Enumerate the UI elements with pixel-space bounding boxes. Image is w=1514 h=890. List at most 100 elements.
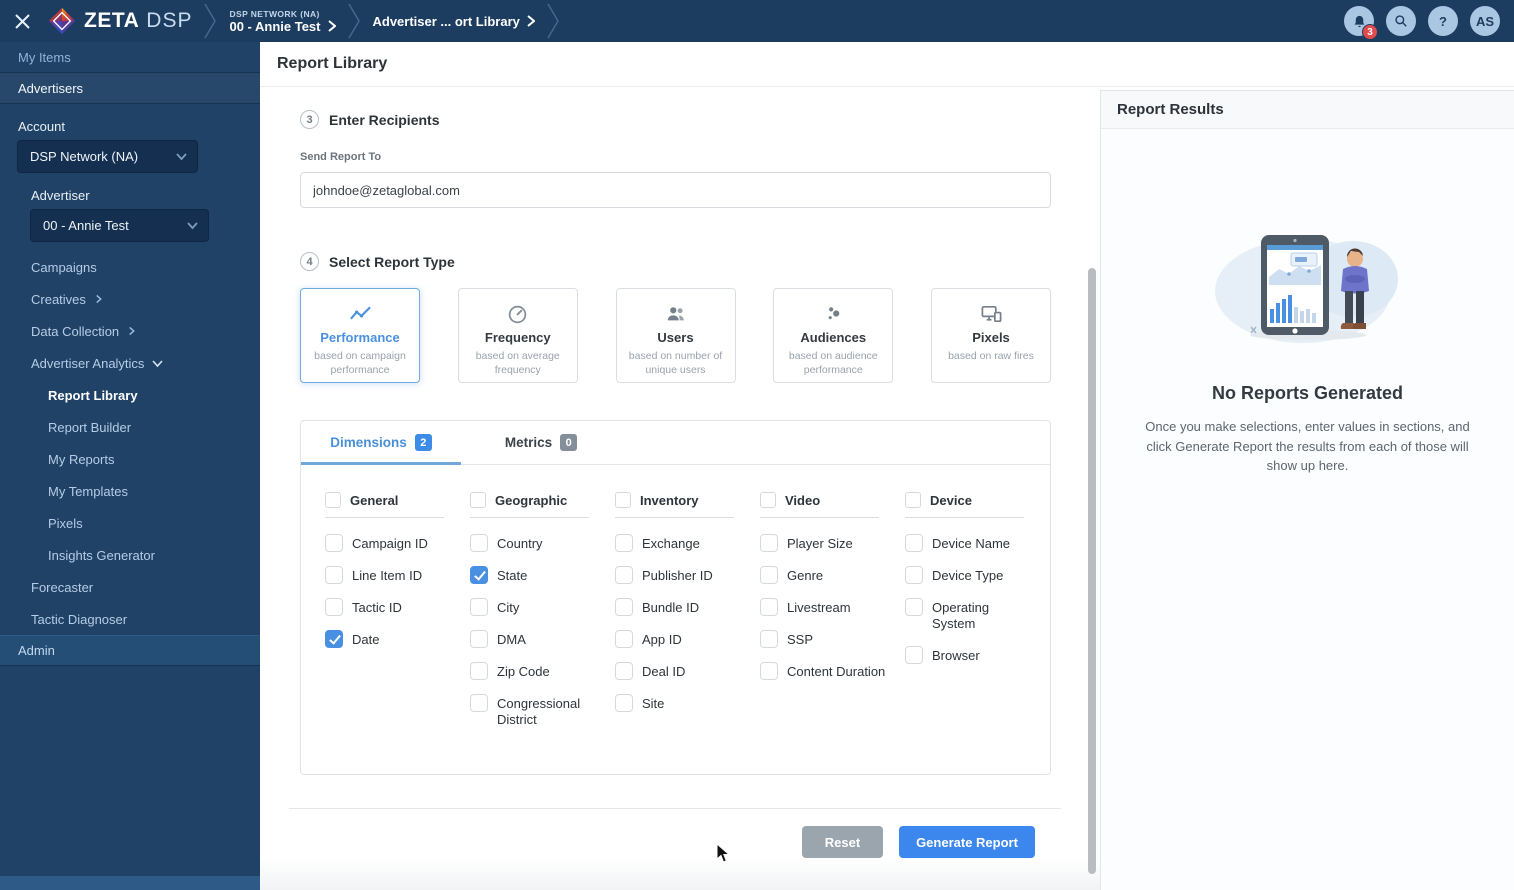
dimension-option-player-size[interactable]: Player Size xyxy=(760,534,905,553)
checkbox-checked[interactable] xyxy=(470,566,488,584)
dimension-option-country[interactable]: Country xyxy=(470,534,615,553)
checkbox[interactable] xyxy=(470,630,488,648)
dimension-group-header[interactable]: Inventory xyxy=(615,492,760,508)
dimension-option-state[interactable]: State xyxy=(470,566,615,585)
dimension-option-device-name[interactable]: Device Name xyxy=(905,534,1050,553)
sidebar-item-advertisers[interactable]: Advertisers xyxy=(0,73,260,104)
checkbox[interactable] xyxy=(325,534,343,552)
dimension-group-header[interactable]: General xyxy=(325,492,470,508)
report-type-card-users[interactable]: Users based on number of unique users xyxy=(615,288,736,383)
checkbox[interactable] xyxy=(470,694,488,712)
checkbox[interactable] xyxy=(615,694,633,712)
checkbox[interactable] xyxy=(615,598,633,616)
checkbox[interactable] xyxy=(615,630,633,648)
dimension-group-header[interactable]: Device xyxy=(905,492,1050,508)
dimension-option-tactic-id[interactable]: Tactic ID xyxy=(325,598,470,617)
sidebar-item-forecaster[interactable]: Forecaster xyxy=(0,571,260,603)
checkbox[interactable] xyxy=(470,534,488,552)
report-type-card-pixels[interactable]: Pixels based on raw fires xyxy=(931,288,1051,383)
dimension-option-genre[interactable]: Genre xyxy=(760,566,905,585)
dimension-option-ssp[interactable]: SSP xyxy=(760,630,905,649)
dimension-option-dma[interactable]: DMA xyxy=(470,630,615,649)
brand-dsp-text: DSP xyxy=(146,9,193,32)
scrollbar-thumb[interactable] xyxy=(1088,268,1096,874)
dimension-option-content-duration[interactable]: Content Duration xyxy=(760,662,905,681)
group-checkbox[interactable] xyxy=(470,492,486,508)
dimension-option-device-type[interactable]: Device Type xyxy=(905,566,1050,585)
dimension-option-congressional-district[interactable]: Congressional District xyxy=(470,694,615,729)
recipients-input[interactable] xyxy=(300,172,1051,208)
reset-button[interactable]: Reset xyxy=(802,826,883,858)
sidebar-item-report-builder[interactable]: Report Builder xyxy=(0,411,260,443)
dimension-option-date[interactable]: Date xyxy=(325,630,470,649)
sidebar-item-my-templates[interactable]: My Templates xyxy=(0,475,260,507)
dimension-option-zip-code[interactable]: Zip Code xyxy=(470,662,615,681)
account-select[interactable]: DSP Network (NA) xyxy=(17,140,198,173)
dimension-option-exchange[interactable]: Exchange xyxy=(615,534,760,553)
sidebar-item-campaigns[interactable]: Campaigns xyxy=(0,251,260,283)
advertiser-select[interactable]: 00 - Annie Test xyxy=(30,209,209,242)
avatar[interactable]: AS xyxy=(1470,6,1500,36)
checkbox[interactable] xyxy=(905,645,923,664)
checkbox[interactable] xyxy=(615,662,633,680)
checkbox[interactable] xyxy=(760,598,778,616)
dimension-option-city[interactable]: City xyxy=(470,598,615,617)
sidebar-item-creatives[interactable]: Creatives xyxy=(0,283,260,315)
sidebar-item-report-library[interactable]: Report Library xyxy=(0,379,260,411)
checkbox[interactable] xyxy=(905,598,923,616)
dimension-option-deal-id[interactable]: Deal ID xyxy=(615,662,760,681)
sidebar-item-insights-generator[interactable]: Insights Generator xyxy=(0,539,260,571)
checkbox[interactable] xyxy=(760,630,778,648)
sidebar-item-data-collection[interactable]: Data Collection xyxy=(0,315,260,347)
checkbox[interactable] xyxy=(470,662,488,680)
sidebar-item-pixels[interactable]: Pixels xyxy=(0,507,260,539)
report-type-card-performance[interactable]: Performance based on campaign performance xyxy=(300,288,420,383)
checkbox[interactable] xyxy=(905,534,923,552)
breadcrumb-account[interactable]: DSP NETWORK (NA) 00 - Annie Test xyxy=(229,9,336,34)
dimension-option-bundle-id[interactable]: Bundle ID xyxy=(615,598,760,617)
checkbox[interactable] xyxy=(760,566,778,584)
checkbox[interactable] xyxy=(470,598,488,616)
checkbox[interactable] xyxy=(615,534,633,552)
dimension-option-livestream[interactable]: Livestream xyxy=(760,598,905,617)
sidebar-item-my-items[interactable]: My Items xyxy=(0,42,260,73)
tab-label: Dimensions xyxy=(330,435,407,450)
breadcrumb-page[interactable]: Advertiser ... ort Library xyxy=(373,14,535,29)
generate-report-button[interactable]: Generate Report xyxy=(899,826,1035,858)
dimension-option-site[interactable]: Site xyxy=(615,694,760,713)
vertical-scrollbar[interactable] xyxy=(1087,42,1097,890)
dimension-option-campaign-id[interactable]: Campaign ID xyxy=(325,534,470,553)
group-checkbox[interactable] xyxy=(325,492,341,508)
report-type-card-audiences[interactable]: Audiences based on audience performance xyxy=(773,288,894,383)
notifications-button[interactable]: 3 xyxy=(1344,6,1378,40)
checkbox[interactable] xyxy=(760,662,778,680)
sidebar-item-advertiser-analytics[interactable]: Advertiser Analytics xyxy=(0,347,260,379)
checkbox-checked[interactable] xyxy=(325,630,343,648)
dimension-option-app-id[interactable]: App ID xyxy=(615,630,760,649)
sidebar-item-tactic-diagnoser[interactable]: Tactic Diagnoser xyxy=(0,603,260,635)
checkbox[interactable] xyxy=(325,598,343,616)
close-icon[interactable] xyxy=(14,13,31,30)
dimension-option-publisher-id[interactable]: Publisher ID xyxy=(615,566,760,585)
dimension-group-header[interactable]: Video xyxy=(760,492,905,508)
sidebar-item-my-reports[interactable]: My Reports xyxy=(0,443,260,475)
checkbox[interactable] xyxy=(325,566,343,584)
dimension-option-browser[interactable]: Browser xyxy=(905,645,1050,665)
help-button[interactable]: ? xyxy=(1428,6,1458,36)
report-type-card-frequency[interactable]: Frequency based on average frequency xyxy=(457,288,578,383)
tab-dimensions[interactable]: Dimensions 2 xyxy=(301,421,461,465)
dimension-option-line-item-id[interactable]: Line Item ID xyxy=(325,566,470,585)
group-checkbox[interactable] xyxy=(905,492,921,508)
sidebar-item-admin[interactable]: Admin xyxy=(0,635,260,666)
tab-metrics[interactable]: Metrics 0 xyxy=(461,421,621,464)
search-button[interactable] xyxy=(1386,6,1416,36)
checkbox[interactable] xyxy=(760,534,778,552)
group-checkbox[interactable] xyxy=(760,492,776,508)
checkbox[interactable] xyxy=(615,566,633,584)
checkbox[interactable] xyxy=(905,566,923,584)
dimension-option-operating-system[interactable]: Operating System xyxy=(905,598,1050,633)
group-checkbox[interactable] xyxy=(615,492,631,508)
dimension-group-video: Video Player Size Genre Livestream SSP Conten… xyxy=(760,492,905,742)
brand-logo[interactable]: ZETA DSP xyxy=(47,6,192,36)
dimension-group-header[interactable]: Geographic xyxy=(470,492,615,508)
